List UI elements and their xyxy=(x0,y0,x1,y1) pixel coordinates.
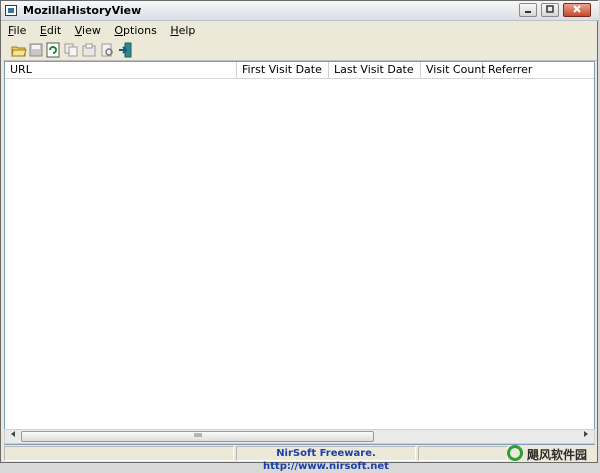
menu-options[interactable]: Options xyxy=(109,22,161,39)
menu-view[interactable]: View xyxy=(70,22,106,39)
menu-bar: File Edit View Options Help xyxy=(3,22,597,39)
nirsoft-link[interactable]: NirSoft Freeware. http://www.nirsoft.net xyxy=(237,447,415,473)
column-header-last-visit-date[interactable]: Last Visit Date xyxy=(329,62,421,78)
close-icon xyxy=(573,5,581,13)
menu-help[interactable]: Help xyxy=(165,22,200,39)
minimize-icon xyxy=(525,11,531,13)
arrow-right-icon xyxy=(584,431,588,437)
scroll-right-button[interactable] xyxy=(579,430,593,443)
status-pane-left xyxy=(4,446,234,461)
app-icon xyxy=(5,5,17,16)
save-button[interactable] xyxy=(28,42,44,58)
status-pane-link: NirSoft Freeware. http://www.nirsoft.net xyxy=(236,446,416,472)
properties-button[interactable] xyxy=(81,42,97,58)
watermark: 飓风软件园 xyxy=(507,444,599,464)
app-window: MozillaHistoryView File Edit View Option… xyxy=(0,0,599,472)
save-icon xyxy=(29,43,43,57)
column-header-referrer[interactable]: Referrer xyxy=(483,62,594,78)
minimize-button[interactable] xyxy=(519,3,537,17)
watermark-text: 飓风软件园 xyxy=(527,448,588,462)
copy-icon xyxy=(64,43,78,57)
title-bar[interactable]: MozillaHistoryView xyxy=(1,1,599,21)
column-header-first-visit-date[interactable]: First Visit Date xyxy=(237,62,329,78)
exit-icon xyxy=(119,42,132,58)
exit-button[interactable] xyxy=(117,42,133,58)
menu-file[interactable]: File xyxy=(3,22,31,39)
close-button[interactable] xyxy=(563,3,591,17)
maximize-button[interactable] xyxy=(541,3,559,17)
column-header-url[interactable]: URL xyxy=(5,62,237,78)
find-button[interactable] xyxy=(99,42,115,58)
open-folder-icon xyxy=(11,46,27,57)
find-icon xyxy=(101,43,113,57)
refresh-icon xyxy=(46,42,60,58)
column-header-visit-count[interactable]: Visit Count xyxy=(421,62,486,78)
scrollbar-thumb[interactable] xyxy=(21,431,374,442)
scroll-left-button[interactable] xyxy=(6,430,20,443)
watermark-logo-icon xyxy=(507,445,523,461)
copy-button[interactable] xyxy=(63,42,79,58)
refresh-button[interactable] xyxy=(45,42,61,58)
properties-icon xyxy=(82,43,96,57)
open-button[interactable] xyxy=(11,42,27,58)
toolbar xyxy=(3,40,597,61)
grip-icon xyxy=(194,433,201,437)
horizontal-scrollbar[interactable] xyxy=(4,429,595,444)
window-title: MozillaHistoryView xyxy=(23,4,142,17)
menu-edit[interactable]: Edit xyxy=(35,22,66,39)
arrow-left-icon xyxy=(11,431,15,437)
maximize-icon xyxy=(546,5,554,13)
list-header: URL First Visit Date Last Visit Date Vis… xyxy=(5,62,594,79)
history-list[interactable]: URL First Visit Date Last Visit Date Vis… xyxy=(4,61,595,445)
status-pane-right xyxy=(418,446,508,461)
